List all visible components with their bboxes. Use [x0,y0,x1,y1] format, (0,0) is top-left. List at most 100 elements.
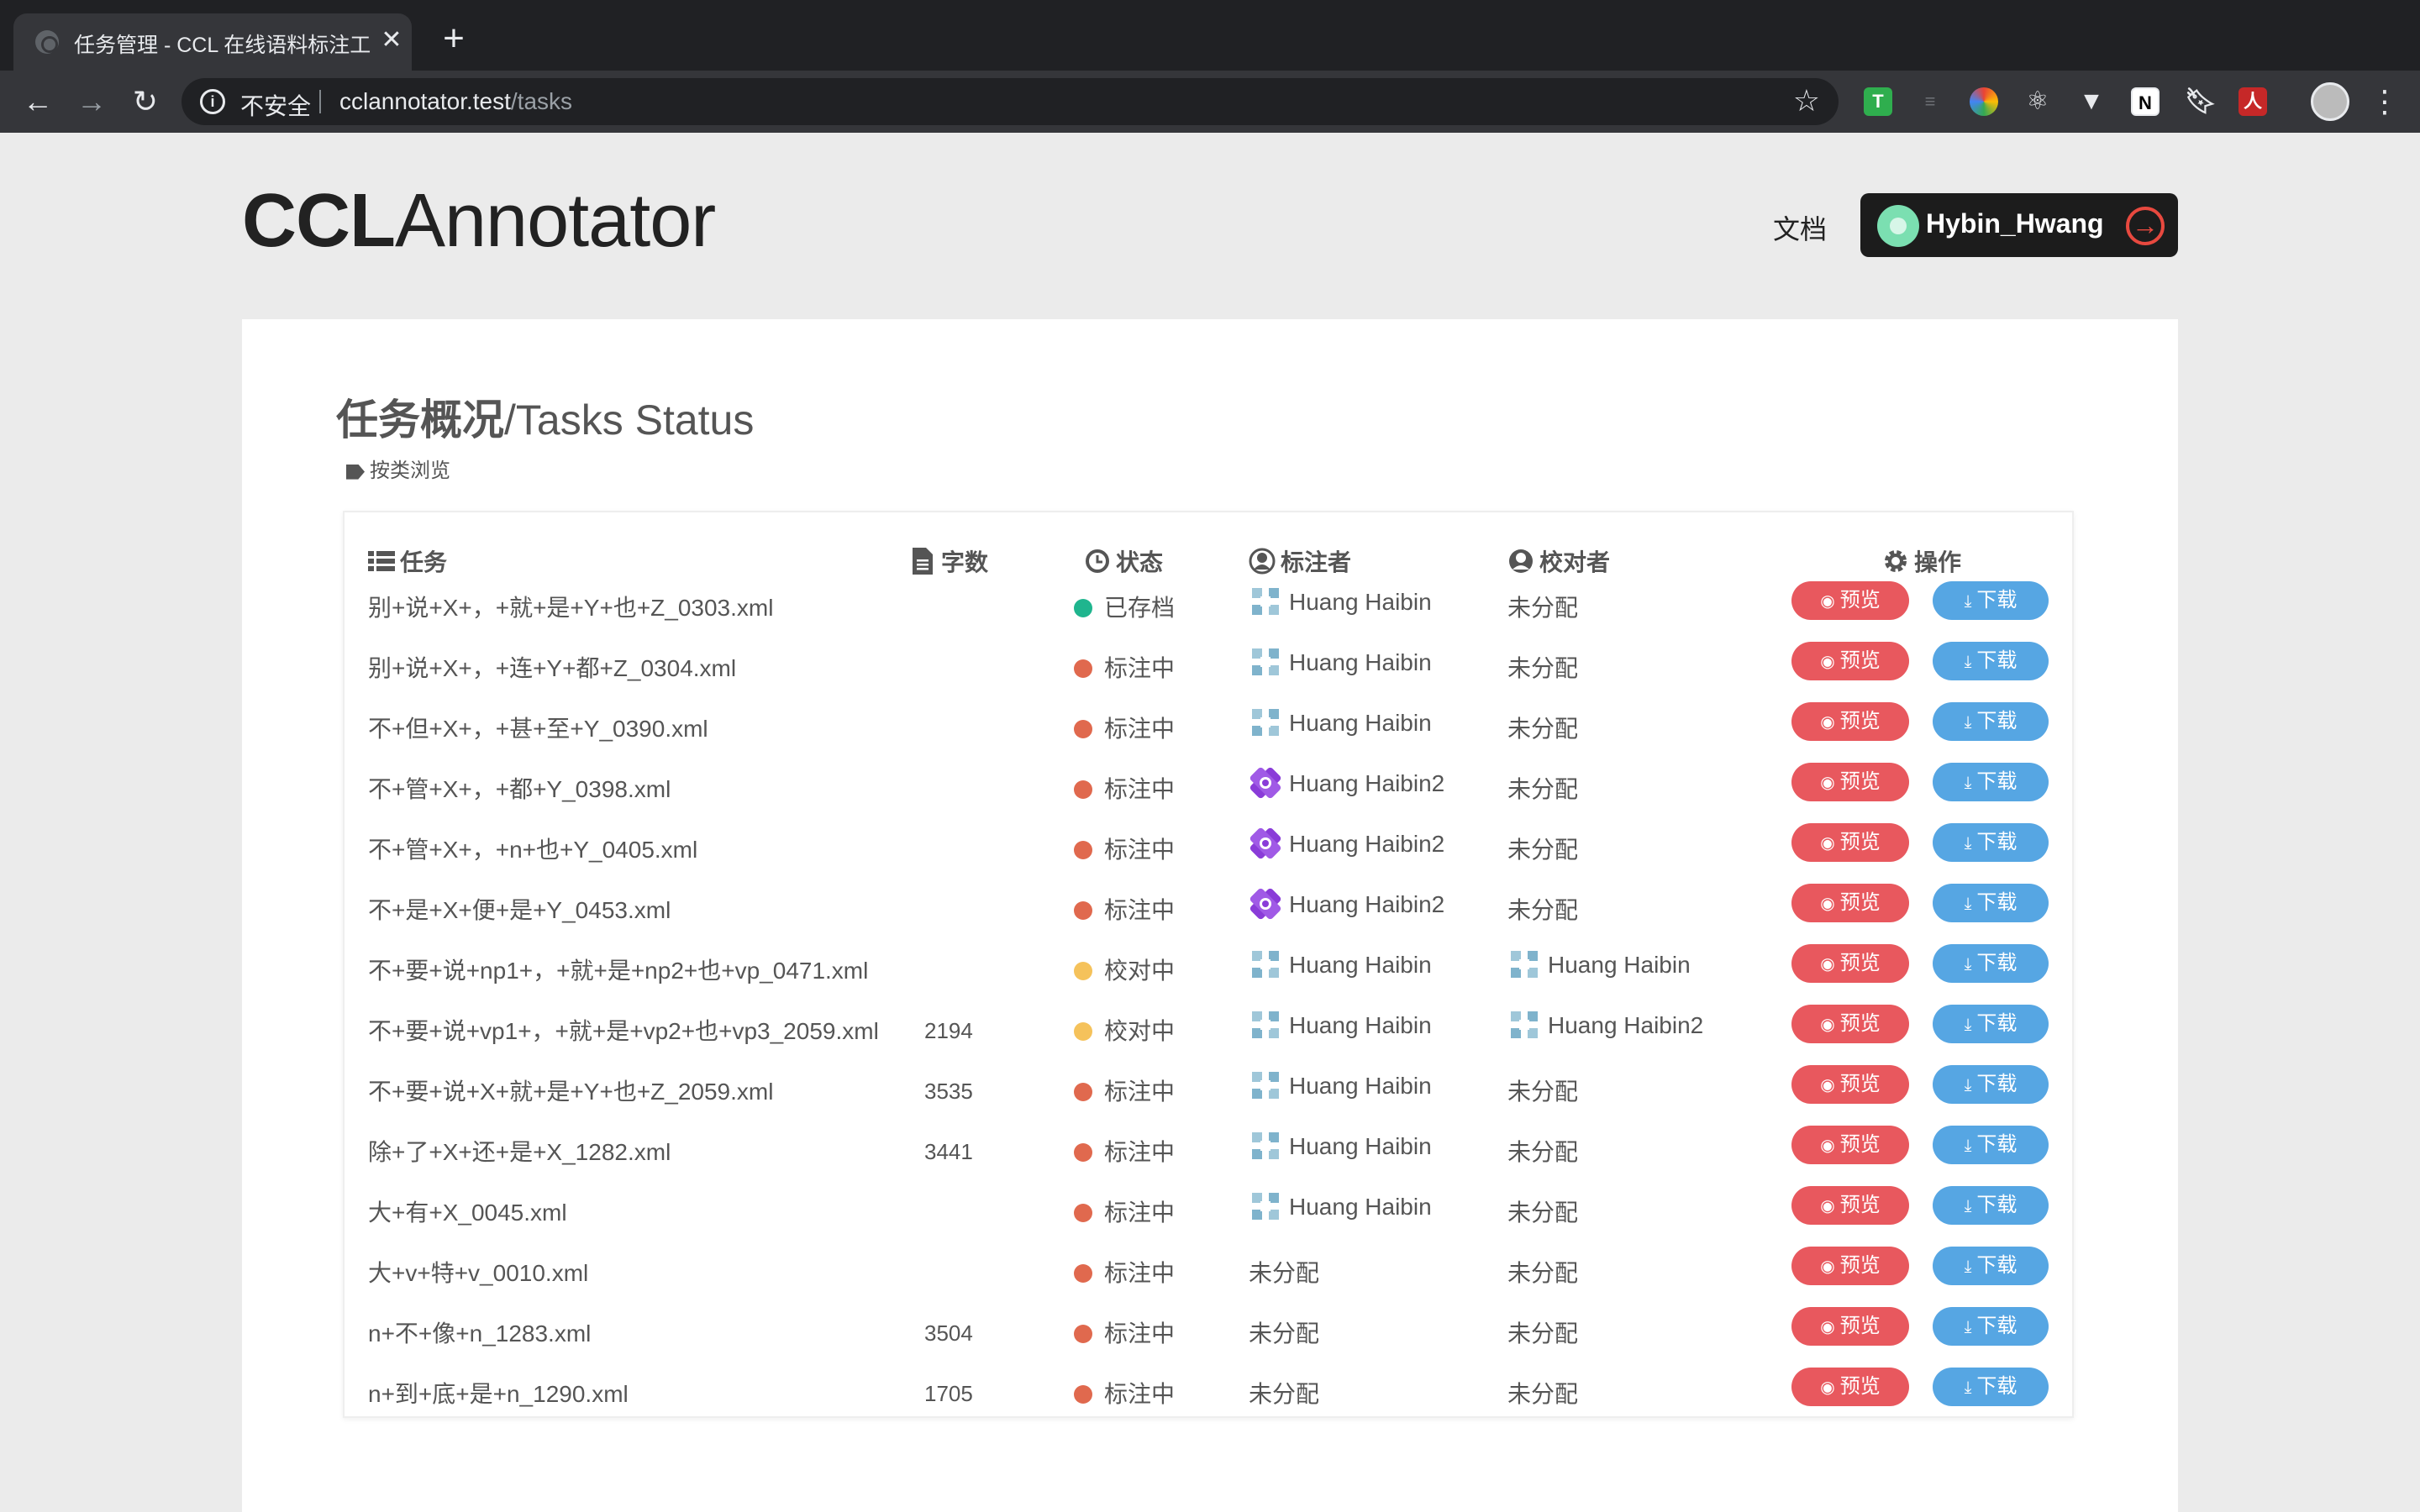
menu-dots-icon[interactable]: ⋮ [2370,81,2400,123]
task-name[interactable]: 大+v+特+v_0010.xml [368,1255,588,1289]
preview-button[interactable]: ◉ 预览 [1791,1307,1909,1346]
extension-pdf-icon[interactable]: 人 [2238,87,2267,116]
preview-label: 预览 [1839,1194,1881,1216]
status-dot-icon [1074,962,1092,980]
app-logo[interactable]: CCLAnnotator [242,178,716,265]
task-name[interactable]: 不+是+X+便+是+Y_0453.xml [368,892,671,926]
reviewer: 未分配 [1507,1315,1578,1349]
download-button[interactable]: ⤓ 下载 [1933,944,2049,983]
task-name[interactable]: 除+了+X+还+是+X_1282.xml [368,1134,671,1168]
preview-label: 预览 [1839,1073,1881,1095]
download-button[interactable]: ⤓ 下载 [1933,1065,2049,1104]
preview-button[interactable]: ◉ 预览 [1791,581,1909,620]
table-row: 大+有+X_0045.xml 标注中 Huang Haibin 未分配 ◉ 预览 ⤓ 下载 [345,1178,2072,1238]
reviewer-name: 未分配 [1507,1320,1579,1347]
task-name[interactable]: 别+说+X+，+就+是+Y+也+Z_0303.xml [368,590,773,623]
download-button[interactable]: ⤓ 下载 [1933,581,2049,620]
browser-chrome: 任务管理 - CCL 在线语料标注工 ✕ + ← → ↻ i 不安全 cclan… [0,0,2420,133]
download-button[interactable]: ⤓ 下载 [1933,823,2049,862]
download-button[interactable]: ⤓ 下载 [1933,763,2049,801]
preview-button[interactable]: ◉ 预览 [1791,944,1909,983]
download-button[interactable]: ⤓ 下载 [1933,1247,2049,1285]
preview-button[interactable]: ◉ 预览 [1791,823,1909,862]
task-name[interactable]: n+到+底+是+n_1290.xml [368,1376,629,1410]
download-button[interactable]: ⤓ 下载 [1933,642,2049,680]
status-label: 标注中 [1104,1139,1176,1165]
annotator: 未分配 [1249,1255,1319,1289]
download-button[interactable]: ⤓ 下载 [1933,1186,2049,1225]
table-row: 除+了+X+还+是+X_1282.xml 3441 标注中 Huang Haibin 未… [345,1117,2072,1178]
address-bar[interactable]: i 不安全 cclannotator.test/tasks ☆ [182,78,1839,125]
preview-button[interactable]: ◉ 预览 [1791,1368,1909,1406]
user-identicon-cyan-icon [1511,1011,1538,1038]
task-name[interactable]: 不+管+X+，+都+Y_0398.xml [368,771,671,805]
preview-button[interactable]: ◉ 预览 [1791,1247,1909,1285]
new-tab-button[interactable]: + [437,20,471,57]
eye-icon: ◉ [1820,1378,1835,1397]
extension-notion-icon[interactable]: N [2131,87,2160,116]
logout-icon[interactable]: → [2126,207,2165,245]
task-name[interactable]: 不+要+说+vp1+，+就+是+vp2+也+vp3_2059.xml [368,1013,879,1047]
preview-button[interactable]: ◉ 预览 [1791,884,1909,922]
status-dot-icon [1074,720,1092,738]
reload-icon[interactable]: ↻ [124,81,166,123]
tab-title: 任务管理 - CCL 在线语料标注工 [74,34,371,57]
task-name[interactable]: 不+管+X+，+n+也+Y_0405.xml [368,832,697,865]
table-row: 大+v+特+v_0010.xml 标注中 未分配 未分配 ◉ 预览 ⤓ 下载 [345,1238,2072,1299]
annotator-name: Huang Haibin [1289,1012,1432,1038]
download-label: 下载 [1976,1194,2018,1216]
info-icon[interactable]: i [200,89,225,114]
download-button[interactable]: ⤓ 下载 [1933,1307,2049,1346]
browser-tab[interactable]: 任务管理 - CCL 在线语料标注工 ✕ [13,13,412,71]
task-name[interactable]: 不+要+说+X+就+是+Y+也+Z_2059.xml [368,1074,773,1107]
task-name[interactable]: 不+但+X+，+甚+至+Y_0390.xml [368,711,708,744]
task-name[interactable]: 别+说+X+，+连+Y+都+Z_0304.xml [368,650,736,684]
extension-react-icon[interactable]: ⚛ [2023,87,2052,116]
preview-button[interactable]: ◉ 预览 [1791,1126,1909,1164]
not-secure-label: 不安全 [240,93,312,119]
browse-by-category-link[interactable]: 按类浏览 [346,454,450,483]
task-name[interactable]: 不+要+说+np1+，+就+是+np2+也+vp_0471.xml [368,953,868,986]
docs-link[interactable]: 文档 [1773,208,1827,247]
preview-button[interactable]: ◉ 预览 [1791,642,1909,680]
preview-button[interactable]: ◉ 预览 [1791,763,1909,801]
download-button[interactable]: ⤓ 下载 [1933,1126,2049,1164]
extension-vue-icon[interactable]: ▼ [2077,87,2106,116]
status-label: 标注中 [1104,837,1176,863]
download-label: 下载 [1976,1375,2018,1398]
download-button[interactable]: ⤓ 下载 [1933,1368,2049,1406]
extension-color-icon[interactable] [1970,87,1998,116]
reviewer-name: 未分配 [1507,1200,1579,1226]
table-row: n+到+底+是+n_1290.xml 1705 标注中 未分配 未分配 ◉ 预览 ⤓ 下载 [345,1359,2072,1420]
status-label: 标注中 [1104,897,1176,923]
eye-icon: ◉ [1820,713,1835,732]
preview-button[interactable]: ◉ 预览 [1791,1065,1909,1104]
preview-label: 预览 [1839,1012,1881,1035]
annotator: Huang Haibin [1249,1129,1432,1163]
eye-icon: ◉ [1820,653,1835,671]
task-name[interactable]: n+不+像+n_1283.xml [368,1315,591,1349]
task-name[interactable]: 大+有+X_0045.xml [368,1194,567,1228]
url-text[interactable]: cclannotator.test/tasks [339,88,572,115]
bookmark-star-icon[interactable]: ☆ [1793,83,1820,118]
download-button[interactable]: ⤓ 下载 [1933,1005,2049,1043]
user-menu[interactable]: Hybin_Hwang → [1860,193,2178,257]
back-arrow-icon[interactable]: ← [17,81,59,123]
download-icon: ⤓ [1964,1257,1972,1276]
status-label: 标注中 [1104,776,1176,802]
preview-button[interactable]: ◉ 预览 [1791,1186,1909,1225]
username: Hybin_Hwang [1926,208,2104,239]
extension-disabled-icon[interactable]: ≡ [1916,87,1944,116]
download-button[interactable]: ⤓ 下载 [1933,884,2049,922]
tab-close-icon[interactable]: ✕ [376,25,407,55]
profile-avatar[interactable] [2311,82,2349,121]
page-title-en: /Tasks Status [504,396,755,444]
download-button[interactable]: ⤓ 下载 [1933,702,2049,741]
annotator: Huang Haibin2 [1249,766,1444,800]
extension-shield-icon[interactable]: T [1864,87,1892,116]
bookmark-icon[interactable]: 🔖︎ [2185,87,2217,116]
forward-arrow-icon[interactable]: → [71,81,113,123]
preview-button[interactable]: ◉ 预览 [1791,1005,1909,1043]
reviewer-name: 未分配 [1507,716,1579,742]
preview-button[interactable]: ◉ 预览 [1791,702,1909,741]
